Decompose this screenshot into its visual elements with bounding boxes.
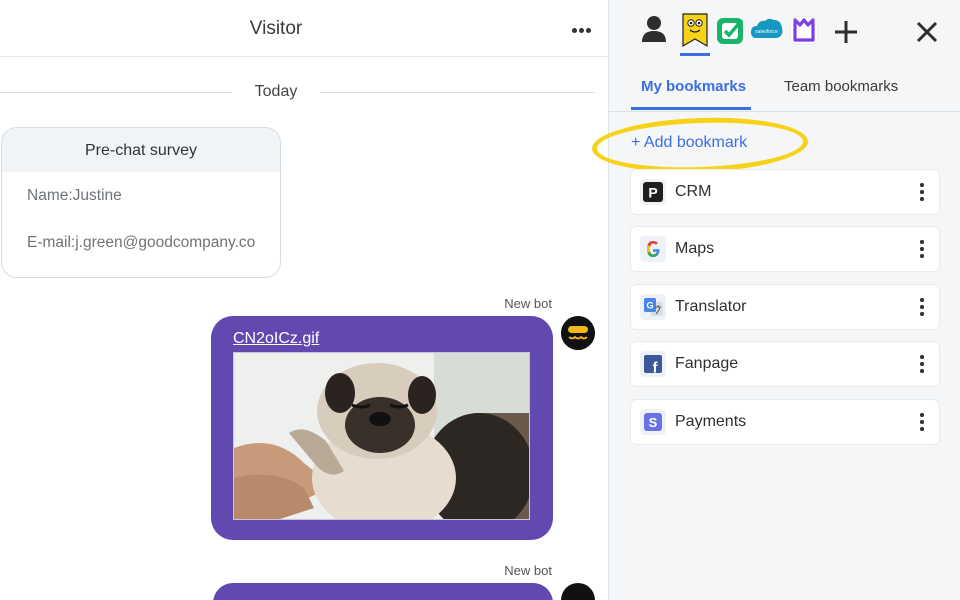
gif-image[interactable] bbox=[233, 352, 530, 520]
add-bookmark-button[interactable]: + Add bookmark bbox=[631, 134, 747, 152]
app-bar: salesforce bbox=[609, 0, 960, 58]
svg-text:salesforce: salesforce bbox=[755, 29, 778, 35]
gif-attachment-link[interactable]: CN2oICz.gif bbox=[233, 330, 319, 348]
facebook-icon: f bbox=[640, 351, 666, 377]
salesforce-icon[interactable]: salesforce bbox=[750, 12, 784, 48]
survey-name: Name:Justine bbox=[27, 187, 122, 204]
bookmark-label: CRM bbox=[675, 183, 712, 200]
svg-text:S: S bbox=[649, 415, 658, 430]
bookmark-label: Payments bbox=[675, 413, 747, 430]
crm-icon: P bbox=[640, 179, 666, 205]
kebab-menu-icon[interactable] bbox=[913, 181, 929, 203]
message-sender: New bot bbox=[504, 563, 552, 578]
plus-icon[interactable] bbox=[829, 12, 863, 48]
kebab-menu-icon[interactable] bbox=[913, 296, 929, 318]
bookmark-item-payments[interactable]: S Payments bbox=[631, 400, 939, 444]
chat-title: Visitor bbox=[249, 18, 303, 39]
bookmark-label: Fanpage bbox=[675, 355, 739, 372]
bot-message-bubble bbox=[213, 583, 553, 600]
tab-team-bookmarks[interactable]: Team bookmarks bbox=[784, 78, 898, 95]
bot-message-bubble: CN2oICz.gif bbox=[211, 316, 553, 540]
kebab-menu-icon[interactable] bbox=[913, 238, 929, 260]
svg-text:P: P bbox=[648, 185, 657, 201]
bookmark-item-crm[interactable]: P CRM bbox=[631, 170, 939, 214]
kebab-menu-icon[interactable] bbox=[913, 353, 929, 375]
bookmark-item-translator[interactable]: G Translator bbox=[631, 285, 939, 329]
bookmarks-sidebar: salesforce My bookmarks Team bookmarks +… bbox=[591, 0, 960, 600]
active-app-indicator bbox=[680, 53, 710, 56]
person-icon[interactable] bbox=[637, 12, 671, 48]
svg-text:G: G bbox=[646, 301, 653, 311]
pre-chat-survey-card: Pre-chat survey Name:Justine E-mail:j.gr… bbox=[1, 127, 281, 278]
bookmark-app-icon[interactable] bbox=[678, 12, 712, 48]
bookmark-item-maps[interactable]: Maps bbox=[631, 227, 939, 271]
livechat-app-icon[interactable] bbox=[787, 12, 821, 48]
chat-header: Visitor bbox=[0, 0, 608, 57]
kebab-menu-icon[interactable] bbox=[913, 411, 929, 433]
survey-email: E-mail:j.green@goodcompany.co bbox=[27, 234, 256, 251]
bookmark-label: Maps bbox=[675, 240, 715, 257]
pug-illustration bbox=[234, 353, 529, 519]
bookmark-item-fanpage[interactable]: f Fanpage bbox=[631, 342, 939, 386]
tab-my-bookmarks[interactable]: My bookmarks bbox=[641, 78, 746, 95]
bookmark-tabs: My bookmarks Team bookmarks bbox=[609, 58, 960, 112]
day-label: Today bbox=[254, 83, 298, 100]
active-tab-underline bbox=[631, 107, 751, 110]
message-sender: New bot bbox=[504, 296, 552, 311]
google-icon bbox=[640, 236, 666, 262]
stripe-icon: S bbox=[640, 409, 666, 435]
chat-pane: Visitor Today Pre-chat survey Name:Justi… bbox=[0, 0, 608, 600]
close-icon[interactable] bbox=[909, 14, 945, 50]
bot-avatar bbox=[561, 583, 595, 600]
google-translate-icon: G bbox=[640, 294, 666, 320]
day-separator: Today bbox=[0, 82, 595, 104]
survey-title: Pre-chat survey bbox=[2, 128, 280, 172]
bot-avatar bbox=[561, 316, 595, 350]
more-options-icon[interactable] bbox=[566, 20, 596, 40]
checklist-app-icon[interactable] bbox=[714, 12, 748, 48]
bookmark-label: Translator bbox=[675, 298, 747, 315]
